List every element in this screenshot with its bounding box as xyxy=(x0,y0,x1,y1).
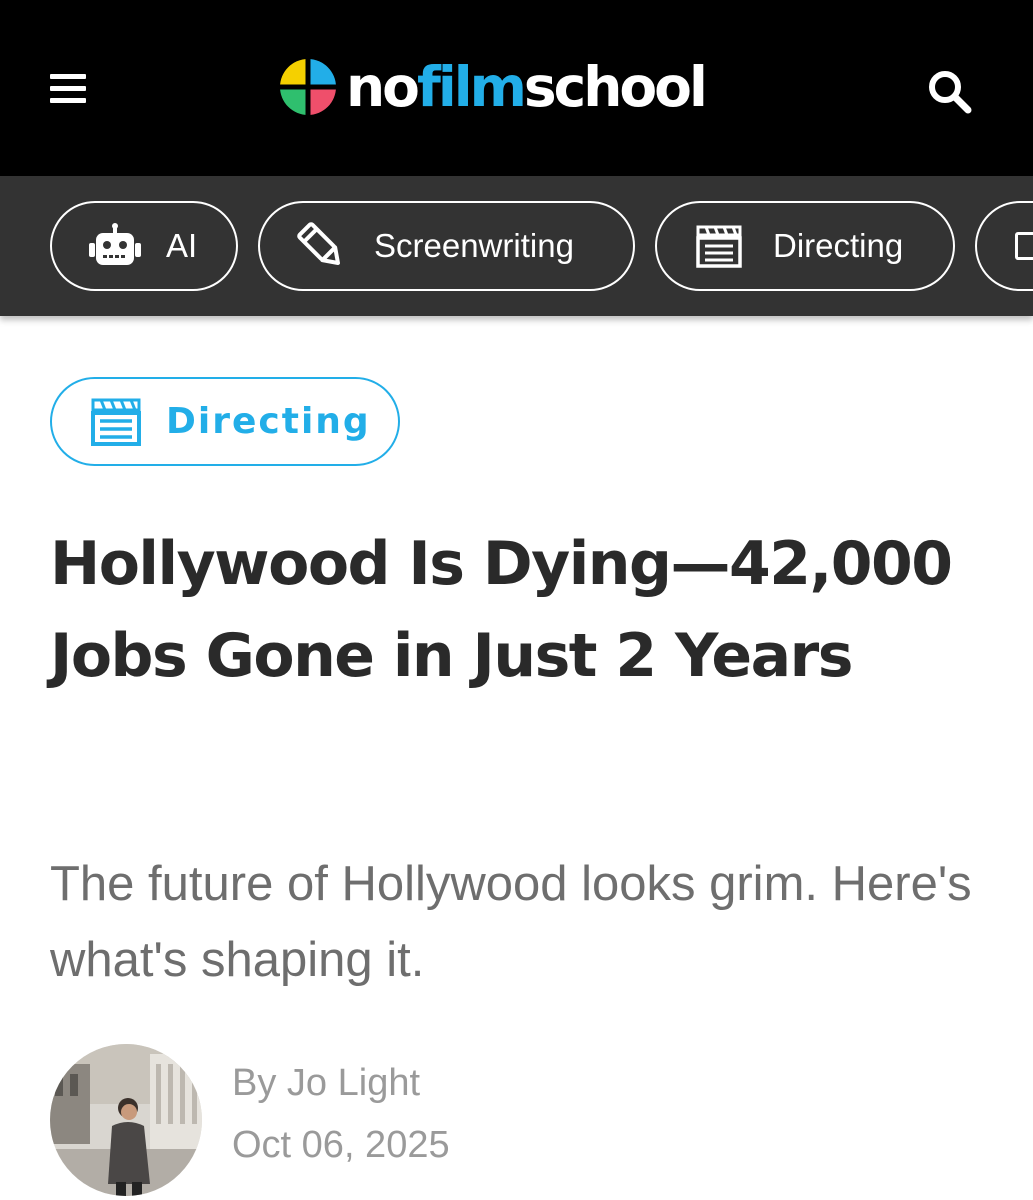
category-pill-label: Directing xyxy=(773,227,904,264)
logo-mark-icon xyxy=(280,59,336,115)
author-byline: By Jo Light xyxy=(232,1062,420,1105)
robot-icon xyxy=(89,223,141,265)
hamburger-menu-icon[interactable] xyxy=(50,74,86,104)
site-logo[interactable]: nofilmschool xyxy=(276,52,708,122)
category-pill-ai[interactable]: AI xyxy=(50,201,238,291)
category-pill-directing[interactable]: Directing xyxy=(655,201,955,291)
clapperboard-icon xyxy=(91,398,141,446)
search-icon[interactable] xyxy=(924,66,974,116)
category-icon-partial xyxy=(1015,232,1033,260)
author-avatar[interactable] xyxy=(50,1044,202,1196)
article-subtitle: The future of Hollywood looks grim. Here… xyxy=(50,857,972,987)
logo-wordmark: nofilmschool xyxy=(346,54,708,119)
category-pill-next[interactable] xyxy=(975,201,1033,291)
category-pill-label: Screenwriting xyxy=(374,227,574,264)
category-pill-label: AI xyxy=(166,227,198,264)
category-tag-label: Directing xyxy=(166,401,371,442)
category-nav-bar: AI Screenwriting Directing xyxy=(0,176,1033,316)
pencil-icon xyxy=(297,222,340,265)
category-pill-screenwriting[interactable]: Screenwriting xyxy=(258,201,635,291)
byline-prefix: By xyxy=(232,1062,277,1104)
publish-date: Oct 06, 2025 xyxy=(232,1124,450,1166)
article-category-tag[interactable]: Directing xyxy=(50,377,400,466)
author-name-link[interactable]: Jo Light xyxy=(287,1062,420,1104)
top-header: nofilmschool xyxy=(0,0,1033,176)
article-title: Hollywood Is Dying—42,000 Jobs Gone in J… xyxy=(50,529,953,691)
clapperboard-icon xyxy=(696,225,742,268)
